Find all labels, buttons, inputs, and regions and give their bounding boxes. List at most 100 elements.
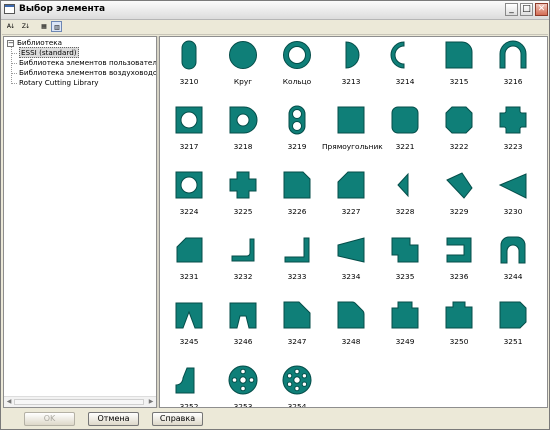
gallery-item-label: 3218 [233,142,253,151]
gallery-item-label: 3214 [395,77,415,86]
gallery-item[interactable]: 3250 [430,300,488,358]
gallery-item-label: 3223 [503,142,523,151]
gallery-item-label: 3210 [179,77,199,86]
gallery-item-label: 3224 [179,207,199,216]
gallery-item[interactable]: 3249 [376,300,434,358]
tree-horizontal-scrollbar[interactable]: ◀ ▶ [4,396,156,407]
gallery-item[interactable]: 3221 [376,105,434,163]
gallery-item-label: 3233 [287,272,307,281]
gallery-item[interactable]: 3228 [376,170,434,228]
cancel-button[interactable]: Отмена [88,412,139,426]
gallery-item[interactable]: 3222 [430,105,488,163]
toolbar: A↓ Z↓ ▦ ▥ [2,20,548,35]
gallery-item[interactable]: 3253 [214,365,272,407]
sort-descending-tool[interactable]: Z↓ [20,21,31,32]
gallery-item[interactable]: 3218 [214,105,272,163]
tree-guide-branch [11,83,17,84]
gallery-item[interactable]: 3244 [484,235,542,293]
gallery-item[interactable]: 3247 [268,300,326,358]
gallery-item[interactable]: 3233 [268,235,326,293]
gallery-item-label: Круг [233,77,253,86]
sort-ascending-tool[interactable]: A↓ [5,21,16,32]
arch-channel-shape-icon [498,235,528,265]
angled-cap-shape-icon [498,300,528,330]
gallery-item[interactable]: 3254 [268,365,326,407]
gallery-item-label: 3249 [395,337,415,346]
gallery-item[interactable]: 3235 [376,235,434,293]
gallery-item[interactable]: 3236 [430,235,488,293]
gallery-item[interactable]: 3213 [322,40,380,98]
notched-square-shape-icon [498,105,528,135]
minimize-button[interactable]: _ [505,3,518,16]
c-channel-shape-icon [444,235,474,265]
gallery-item[interactable]: 3227 [322,170,380,228]
stepped-top-shape-icon [390,300,420,330]
gallery-item[interactable]: 3223 [484,105,542,163]
gallery-item[interactable]: Кольцо [268,40,326,98]
gallery-item[interactable]: 3214 [376,40,434,98]
maximize-button[interactable]: □ [520,3,533,16]
tree-guide-branch [11,73,17,74]
gallery-item[interactable]: 3216 [484,40,542,98]
scroll-left-icon[interactable]: ◀ [4,398,14,406]
close-button[interactable]: ✕ [535,3,548,16]
gallery-item-label: 3219 [287,142,307,151]
sort-descending-icon: Z↓ [21,23,30,30]
gallery-item-label: 3230 [503,207,523,216]
gallery-item[interactable]: 3226 [268,170,326,228]
gallery-item[interactable]: 3251 [484,300,542,358]
gallery-item[interactable]: 3210 [160,40,218,98]
tree-item-rotary-library[interactable]: Rotary Cutting Library [19,78,99,88]
scroll-thumb[interactable] [14,399,144,405]
tree-item-duct-library[interactable]: Библиотека элементов воздуховодов [19,68,157,78]
gallery-item-label: 3246 [233,337,253,346]
chamfered-square-shape-icon [444,105,474,135]
gallery-item[interactable]: 3252 [160,365,218,408]
element-gallery[interactable]: 3210 Круг Кольцо 3213 3214 3215 3216 3217 3218 32… [159,36,548,408]
gallery-item[interactable]: 3245 [160,300,218,358]
arc-shape-icon [390,40,420,70]
tree-item-label: ESSI (standard) [19,47,79,58]
window-title: Выбор элемента [19,4,106,14]
gallery-item-label: 3227 [341,207,361,216]
gallery-item[interactable]: 3219 [268,105,326,163]
circle-shape-icon [228,40,258,70]
gallery-item[interactable]: Круг [214,40,272,98]
collapse-icon[interactable]: − [7,40,14,47]
gallery-item-label: 3252 [179,402,199,408]
gallery-item[interactable]: 3248 [322,300,380,358]
gallery-item[interactable]: 3225 [214,170,272,228]
help-button[interactable]: Справка [152,412,203,426]
gallery-item[interactable]: 3234 [322,235,380,293]
scroll-right-icon[interactable]: ▶ [146,398,156,406]
gallery-item[interactable]: Прямоугольник [322,105,383,163]
cross-shape-icon [228,170,258,200]
gallery-item[interactable]: 3224 [160,170,218,228]
l-profile-shape-icon [282,235,312,265]
gallery-item[interactable]: 3246 [214,300,272,358]
square-with-hole-shape-icon [174,170,204,200]
gallery-item-label: 3251 [503,337,523,346]
tree-guide-branch [11,63,17,64]
gallery-item[interactable]: 3217 [160,105,218,163]
round-flange-holes-icon [282,365,312,395]
clipped-corner-shape-icon [282,300,312,330]
trapezoid-shape-icon [336,170,366,200]
tree-item-user-library[interactable]: Библиотека элементов пользователя [19,58,156,68]
tree-item-label: Rotary Cutting Library [19,78,99,87]
tree-item-label: Библиотека элементов воздуховодов [19,68,157,77]
large-icons-tool[interactable]: ▦ [38,21,49,32]
ok-button[interactable]: OK [24,412,75,426]
chamfered-corner-shape-icon [282,170,312,200]
gallery-item[interactable]: 3230 [484,170,542,228]
gallery-item[interactable]: 3231 [160,235,218,293]
flared-trapezoid-shape-icon [336,235,366,265]
rounded-rectangle-shape-icon [444,40,474,70]
small-icons-tool[interactable]: ▥ [51,21,62,32]
gallery-item[interactable]: 3232 [214,235,272,293]
title-bar: Выбор элемента _ □ ✕ [1,1,549,20]
tree-item-essi[interactable]: ESSI (standard) [19,47,79,58]
gallery-item[interactable]: 3229 [430,170,488,228]
gallery-item[interactable]: 3215 [430,40,488,98]
library-tree[interactable]: − Библиотека ESSI (standard) Библиотека … [3,36,157,408]
